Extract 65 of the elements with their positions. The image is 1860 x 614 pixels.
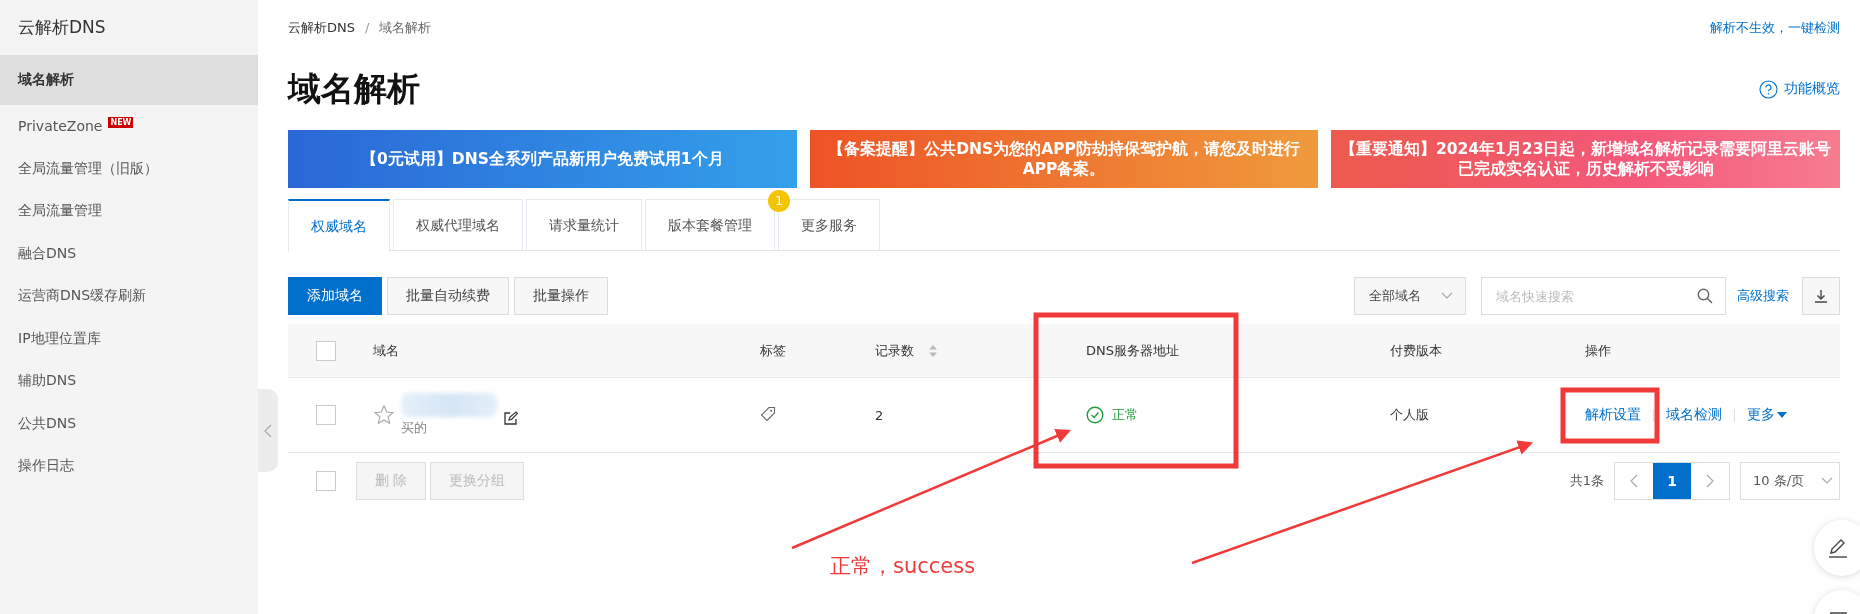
sidebar-item[interactable]: PrivateZone NEW [0,105,258,148]
checkbox[interactable] [316,340,336,361]
annotation-text: 正常，success [830,553,976,580]
search-field[interactable]: 域名快速搜索 [1481,277,1726,315]
column-header: 操作 [1585,341,1612,360]
feedback-button[interactable] [1814,520,1860,576]
sidebar-item[interactable]: 全局流量管理（旧版） [0,147,258,190]
dns-status: 正常 [1086,406,1390,424]
table-cell-text: 个人版 [1390,406,1430,424]
page-size-select[interactable]: 10 条/页 [1740,461,1840,500]
help-icon [1759,79,1778,99]
sidebar-title: 云解析DNS [17,16,107,39]
count-badge: 1 [768,190,790,212]
column-header: 付费版本 [1390,341,1443,360]
toolbar-button[interactable]: 批量自动续费 [387,277,509,315]
star-icon[interactable] [373,404,395,426]
sidebar-item[interactable]: 公共DNS [0,402,258,445]
advanced-search-link[interactable]: 高级搜索 [1737,287,1789,305]
tab[interactable]: 权威域名 [288,199,390,252]
tab[interactable]: 请求量统计 [526,199,642,251]
action-link[interactable]: 解析设置 [1585,406,1641,424]
add-domain-button[interactable]: 添加域名 [288,277,382,315]
column-header: DNS服务器地址 [1086,341,1180,360]
sidebar-item[interactable]: 域名解析 [0,55,258,105]
download-button[interactable] [1802,277,1840,315]
breadcrumb-item: 域名解析 [379,18,432,37]
tag-icon[interactable] [760,405,776,422]
chevron-down-icon [1441,292,1453,300]
action-link[interactable]: 更多 [1747,406,1787,424]
toolbar-button[interactable]: 批量操作 [514,277,608,315]
new-badge: NEW [108,117,134,128]
domain-filter-select[interactable]: 全部域名 [1354,277,1466,315]
search-icon [1697,288,1713,304]
tab[interactable]: 权威代理域名 [393,199,523,251]
sidebar-item[interactable]: 操作日志 [0,445,258,488]
edit-icon[interactable] [503,411,518,426]
breadcrumb-separator: / [365,20,370,35]
sidebar-item[interactable]: 运营商DNS缓存刷新 [0,275,258,318]
column-header: 标签 [760,341,787,360]
help-link[interactable]: 功能概览 [1759,79,1840,99]
diagnose-link[interactable]: 解析不生效，一键检测 [1710,18,1840,37]
collapse-handle[interactable] [258,389,278,472]
total-count: 共1条 [1569,471,1604,490]
chevron-left-icon [1630,473,1638,488]
sidebar-item[interactable]: IP地理位置库 [0,317,258,360]
download-icon [1813,288,1829,304]
page-title: 域名解析 [288,67,420,110]
checkbox[interactable] [316,405,336,425]
column-header[interactable]: 记录数 [875,341,1086,360]
caret-icon [1777,411,1787,419]
pencil-icon [1827,537,1849,559]
sidebar-item[interactable]: 辅助DNS [0,360,258,403]
sidebar-item[interactable]: 融合DNS [0,232,258,275]
table-cell-text: 2 [875,407,885,423]
checkbox[interactable] [316,470,336,491]
chevron-right-icon [1706,473,1714,488]
column-header: 域名 [373,341,400,360]
breadcrumb-item[interactable]: 云解析DNS [288,18,355,37]
sidebar-item[interactable]: 全局流量管理 [0,190,258,233]
check-circle-icon [1086,406,1104,424]
group-label: 买的 [401,419,428,437]
chevron-down-icon [1821,476,1833,485]
promo-banner[interactable]: 【0元试用】DNS全系列产品新用户免费试用1个月 [288,130,797,188]
action-link[interactable]: 域名检测 [1666,406,1722,424]
page-button[interactable]: 1 [1653,462,1691,499]
